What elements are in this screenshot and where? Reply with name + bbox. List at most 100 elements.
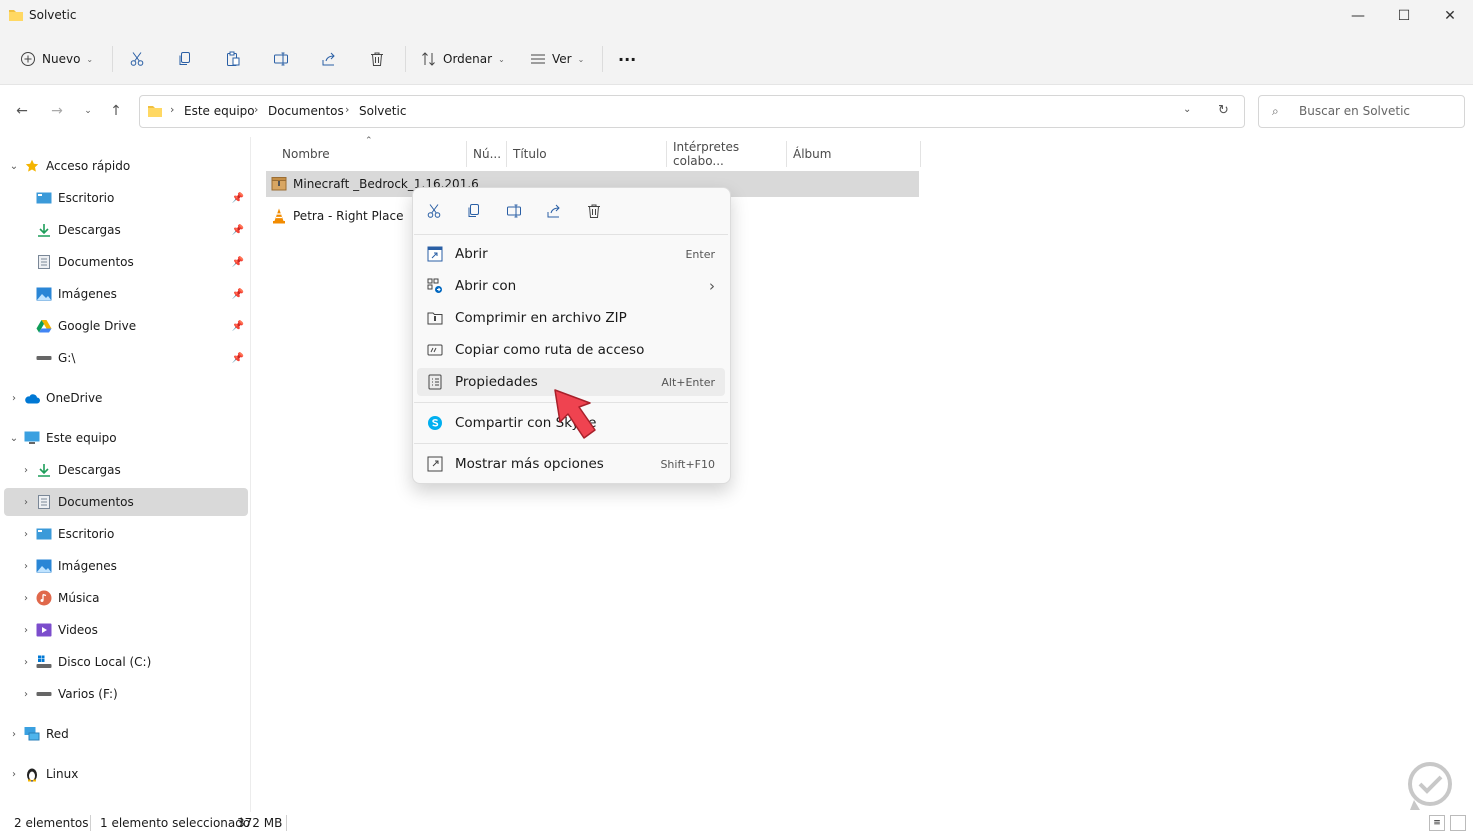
rename-button[interactable]	[273, 46, 289, 72]
nav-quick-g-drive[interactable]: G:\ 📌	[4, 344, 248, 372]
pin-icon[interactable]: 📌	[232, 225, 244, 236]
chevron-down-icon[interactable]: ⌄	[4, 161, 24, 172]
cut-button[interactable]	[129, 46, 145, 72]
nav-pc-varios-f[interactable]: › Varios (F:)	[4, 680, 248, 708]
open-with-icon	[427, 278, 443, 294]
chevron-right-icon[interactable]: ›	[16, 625, 36, 636]
column-contributing-artists[interactable]: Intérpretes colabo...	[667, 140, 787, 168]
nav-network[interactable]: › Red	[4, 720, 248, 748]
chevron-down-icon: ⌄	[84, 106, 92, 116]
chevron-right-icon[interactable]: ›	[16, 561, 36, 572]
pointer-arrow-icon	[550, 386, 602, 444]
pin-icon[interactable]: 📌	[232, 321, 244, 332]
paste-button[interactable]	[225, 46, 241, 72]
chevron-right-icon[interactable]: ›	[4, 393, 24, 404]
pin-icon[interactable]: 📌	[232, 289, 244, 300]
context-cut-button[interactable]	[414, 196, 454, 226]
nav-pc-music[interactable]: › Música	[4, 584, 248, 612]
pane-splitter[interactable]	[250, 137, 251, 812]
nav-quick-desktop[interactable]: Escritorio 📌	[4, 184, 248, 212]
document-icon	[36, 254, 52, 270]
chevron-right-icon[interactable]: ›	[16, 465, 36, 476]
chevron-right-icon[interactable]: ›	[16, 689, 36, 700]
context-item-label: Comprimir en archivo ZIP	[455, 310, 627, 326]
context-item-label: Abrir	[455, 246, 488, 262]
context-item-open-with[interactable]: Abrir con ›	[417, 272, 725, 300]
back-button[interactable]: ←	[11, 100, 33, 122]
document-icon	[36, 494, 52, 510]
nav-label: Red	[46, 727, 69, 741]
address-dropdown-button[interactable]: ⌄	[1183, 104, 1191, 115]
arrow-right-icon: →	[51, 103, 63, 119]
search-placeholder[interactable]: Buscar en Solvetic	[1299, 104, 1410, 118]
chevron-right-icon[interactable]: ›	[4, 729, 24, 740]
toolbar-divider	[602, 46, 603, 72]
details-view-button[interactable]: ≡	[1429, 815, 1445, 831]
column-title[interactable]: Título	[507, 143, 667, 165]
nav-pc-local-disk-c[interactable]: › Disco Local (C:)	[4, 648, 248, 676]
column-album[interactable]: Álbum	[787, 143, 921, 165]
nav-quick-downloads[interactable]: Descargas 📌	[4, 216, 248, 244]
column-divider[interactable]	[920, 141, 921, 167]
nav-onedrive[interactable]: › OneDrive	[4, 384, 248, 412]
nav-this-pc[interactable]: ⌄ Este equipo	[4, 424, 248, 452]
nav-label: Documentos	[58, 495, 134, 509]
copy-button[interactable]	[177, 46, 193, 72]
breadcrumb-separator: ›	[254, 103, 259, 116]
breadcrumb-documents[interactable]: Documentos	[268, 104, 344, 118]
sort-button[interactable]: Ordenar ⌄	[421, 46, 505, 72]
nav-linux[interactable]: › Linux	[4, 760, 248, 788]
pin-icon[interactable]: 📌	[232, 193, 244, 204]
nav-pc-downloads[interactable]: › Descargas	[4, 456, 248, 484]
nav-pc-videos[interactable]: › Videos	[4, 616, 248, 644]
chevron-down-icon: ⌄	[1183, 104, 1192, 115]
nav-quick-google-drive[interactable]: Google Drive 📌	[4, 312, 248, 340]
nav-pc-documents[interactable]: › Documentos	[4, 488, 248, 516]
up-button[interactable]: ↑	[105, 100, 127, 122]
context-item-copy-path[interactable]: Copiar como ruta de acceso	[417, 336, 725, 364]
pictures-icon	[36, 558, 52, 574]
maximize-button[interactable]: ☐	[1381, 0, 1427, 32]
refresh-button[interactable]: ↻	[1218, 103, 1229, 118]
share-button[interactable]	[321, 46, 337, 72]
context-copy-button[interactable]	[454, 196, 494, 226]
expand-icon	[427, 456, 443, 472]
column-number[interactable]: Nú...	[467, 143, 507, 165]
chevron-right-icon: ›	[709, 277, 715, 295]
delete-button[interactable]	[369, 46, 385, 72]
nav-pc-desktop[interactable]: › Escritorio	[4, 520, 248, 548]
chevron-right-icon[interactable]: ›	[16, 657, 36, 668]
recent-locations-button[interactable]: ⌄	[77, 100, 99, 122]
nav-quick-access[interactable]: ⌄ Acceso rápido	[4, 152, 248, 180]
chevron-down-icon[interactable]: ⌄	[4, 433, 24, 444]
context-rename-button[interactable]	[494, 196, 534, 226]
context-delete-button[interactable]	[574, 196, 614, 226]
more-icon: ···	[618, 49, 637, 69]
chevron-right-icon[interactable]: ›	[4, 769, 24, 780]
breadcrumb-solvetic[interactable]: Solvetic	[359, 104, 406, 118]
context-item-open[interactable]: Abrir Enter	[417, 240, 725, 268]
chevron-right-icon[interactable]: ›	[16, 529, 36, 540]
tiles-view-button[interactable]	[1450, 815, 1466, 831]
context-item-more-options[interactable]: Mostrar más opciones Shift+F10	[417, 450, 725, 478]
trash-icon	[369, 51, 385, 67]
context-item-compress-zip[interactable]: Comprimir en archivo ZIP	[417, 304, 725, 332]
close-button[interactable]: ✕	[1427, 0, 1473, 32]
more-options-button[interactable]: ···	[618, 46, 636, 72]
context-item-shortcut: Alt+Enter	[661, 375, 715, 389]
forward-button[interactable]: →	[46, 100, 68, 122]
pin-icon[interactable]: 📌	[232, 257, 244, 268]
nav-pc-pictures[interactable]: › Imágenes	[4, 552, 248, 580]
nav-quick-pictures[interactable]: Imágenes 📌	[4, 280, 248, 308]
chevron-right-icon[interactable]: ›	[16, 497, 36, 508]
new-label: Nuevo	[42, 52, 81, 66]
nav-quick-documents[interactable]: Documentos 📌	[4, 248, 248, 276]
context-share-button[interactable]	[534, 196, 574, 226]
minimize-button[interactable]: —	[1335, 0, 1381, 32]
chevron-right-icon[interactable]: ›	[16, 593, 36, 604]
column-name[interactable]: Nombre	[276, 143, 466, 165]
pin-icon[interactable]: 📌	[232, 353, 244, 364]
new-button[interactable]: Nuevo ⌄	[20, 46, 93, 72]
view-button[interactable]: Ver ⌄	[530, 46, 584, 72]
breadcrumb-this-pc[interactable]: Este equipo	[184, 104, 255, 118]
